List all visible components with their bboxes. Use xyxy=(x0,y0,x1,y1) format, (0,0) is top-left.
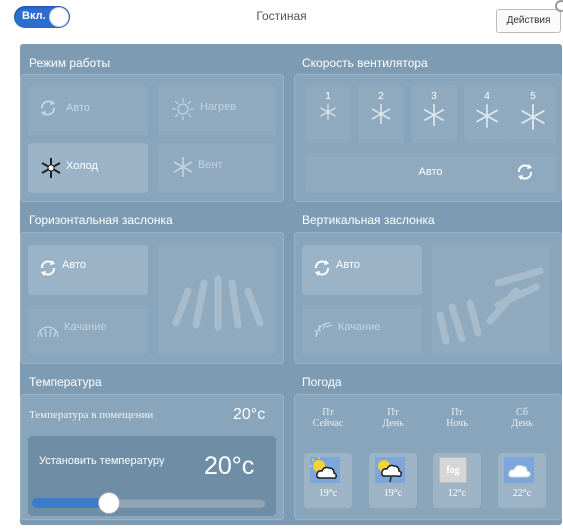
swing-icon xyxy=(312,319,334,339)
weather-col-0-header: Пт Сейчас xyxy=(303,407,353,429)
weather-period: Сейчас xyxy=(312,418,344,429)
fan-speed-4-icon xyxy=(464,103,510,134)
weather-temp: 12°c xyxy=(447,488,467,499)
fan-speed-1-number: 1 xyxy=(325,91,331,102)
fan-speed-3-number: 3 xyxy=(431,91,437,102)
weather-temp: 22°c xyxy=(512,488,532,499)
weather-col-3-header: Сб День xyxy=(497,407,547,429)
horizontal-flap-title: Горизонтальная заслонка xyxy=(29,213,173,227)
fan-auto-button[interactable]: Авто xyxy=(305,153,556,193)
mode-vent-label: Вент xyxy=(198,159,223,171)
snowflake-icon xyxy=(40,157,62,179)
hflap-swing-button[interactable]: Качание xyxy=(28,305,148,355)
vflap-position-display[interactable] xyxy=(432,245,550,355)
weather-day: Пт xyxy=(322,407,334,418)
weather-day: Сб xyxy=(516,407,528,418)
fan-speed-3-button[interactable]: 3 xyxy=(411,85,457,143)
partly-cloudy-rain-icon xyxy=(375,457,405,483)
vflap-swing-button[interactable]: Качание xyxy=(302,305,422,355)
fan-icon xyxy=(172,156,194,178)
vflap-auto-button[interactable]: Авто xyxy=(302,245,422,295)
auto-cycle-icon xyxy=(38,259,58,277)
fan-speed-3-icon xyxy=(411,103,457,132)
corner-indicator xyxy=(555,0,563,12)
weather-tile-tomorrow: 22°c xyxy=(498,453,546,508)
vflap-auto-label: Авто xyxy=(336,259,360,271)
vertical-louver-icon xyxy=(436,251,546,351)
hflap-swing-label: Качание xyxy=(64,321,107,333)
mode-cool-button[interactable]: Холод xyxy=(28,143,148,193)
weather-tile-now: 19°c xyxy=(304,453,352,508)
fan-speed-4-number: 4 xyxy=(484,91,490,102)
hflap-auto-label: Авто xyxy=(62,259,86,271)
hflap-position-display[interactable] xyxy=(158,245,276,355)
weather-temp: 19°c xyxy=(383,488,403,499)
auto-cycle-icon xyxy=(312,259,332,277)
weather-col-2-header: Пт Ночь xyxy=(432,407,482,429)
room-title: Гостиная xyxy=(256,9,307,23)
fan-speed-1-button[interactable]: 1 xyxy=(305,85,351,143)
weather-day: Пт xyxy=(451,407,463,418)
mode-title: Режим работы xyxy=(29,56,111,70)
mode-auto-label: Авто xyxy=(66,102,90,114)
weather-title: Погода xyxy=(302,375,342,389)
top-bar: Вкл. Гостиная Действия xyxy=(0,0,563,34)
auto-cycle-icon xyxy=(38,99,58,117)
fan-speed-1-icon xyxy=(305,103,351,126)
mode-vent-button[interactable]: Вент xyxy=(158,143,276,193)
fan-speed-2-number: 2 xyxy=(378,91,384,102)
set-temperature-value: 20°c xyxy=(204,452,255,480)
mode-auto-button[interactable]: Авто xyxy=(28,85,148,135)
mode-heat-label: Нагрев xyxy=(200,101,237,113)
fan-speed-5-icon xyxy=(510,103,556,136)
fan-speed-title: Скорость вентилятора xyxy=(302,56,428,70)
room-temperature-value: 20°c xyxy=(233,406,266,423)
weather-period: День xyxy=(511,418,533,429)
cloud-icon xyxy=(504,457,534,483)
auto-cycle-icon xyxy=(515,163,535,181)
weather-tile-night: fog 12°c xyxy=(433,453,481,508)
set-temperature-label: Установить температуру xyxy=(39,455,165,467)
fan-speed-4-button[interactable]: 4 xyxy=(464,85,510,143)
vertical-flap-title: Вертикальная заслонка xyxy=(302,213,435,227)
horizontal-louver-icon xyxy=(164,263,270,337)
weather-period: Ночь xyxy=(446,418,468,429)
weather-col-1-header: Пт День xyxy=(368,407,418,429)
fan-speed-2-button[interactable]: 2 xyxy=(358,85,404,143)
hflap-auto-button[interactable]: Авто xyxy=(28,245,148,295)
weather-day: Пт xyxy=(387,407,399,418)
temperature-slider-handle[interactable] xyxy=(98,492,120,514)
vflap-swing-label: Качание xyxy=(338,321,381,333)
weather-tile-day: 19°c xyxy=(369,453,417,508)
actions-button[interactable]: Действия xyxy=(496,9,561,33)
weather-temp: 19°c xyxy=(318,488,338,499)
temperature-slider[interactable] xyxy=(32,492,266,514)
mode-heat-button[interactable]: Нагрев xyxy=(158,85,276,135)
partly-cloudy-icon xyxy=(310,457,340,483)
fog-icon: fog xyxy=(439,457,467,483)
fan-speed-2-icon xyxy=(358,103,404,130)
weather-period: День xyxy=(382,418,404,429)
temperature-title: Температура xyxy=(29,375,102,389)
room-temperature-label: Температура в помещении xyxy=(29,409,154,421)
fan-speed-5-number: 5 xyxy=(530,91,536,102)
mode-cool-label: Холод xyxy=(66,160,98,172)
sun-icon xyxy=(172,98,194,120)
fan-speed-5-button[interactable]: 5 xyxy=(510,85,556,143)
swing-icon xyxy=(36,323,60,339)
fog-icon-text: fog xyxy=(446,465,460,476)
